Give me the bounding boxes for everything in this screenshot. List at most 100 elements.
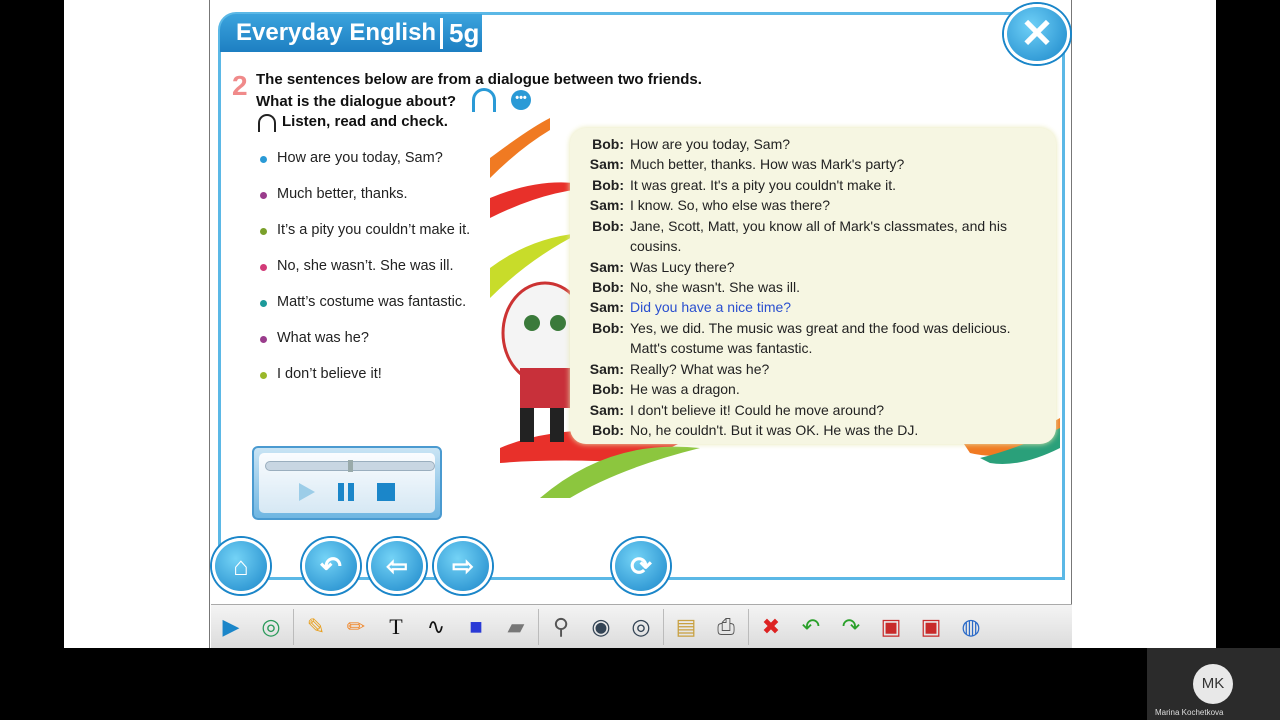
audio-player-body	[259, 453, 435, 513]
back-icon: ↶	[320, 550, 342, 581]
sentence-item: It’s a pity you couldn’t make it.	[260, 222, 470, 258]
refresh-button[interactable]: ⟳	[612, 538, 670, 594]
left-margin	[64, 0, 209, 648]
zoom-icon[interactable]: ⚲	[541, 609, 581, 645]
sentence-text: Much better, thanks.	[277, 186, 408, 202]
avatar: MK	[1193, 664, 1233, 704]
dialogue-text: I don't believe it! Could he move around…	[630, 401, 885, 418]
home-icon: ⌂	[233, 550, 249, 581]
speaker-label: Sam:	[589, 360, 624, 377]
unit-label: 5g	[440, 17, 479, 49]
stop-icon[interactable]	[375, 481, 397, 503]
speaker-label: Bob:	[592, 279, 624, 295]
listen-instruction: Listen, read and check.	[282, 113, 448, 130]
dialogue-text: I know. So, who else was there?	[630, 197, 830, 214]
dialogue-text: No, he couldn't. But it was OK. He was t…	[630, 422, 919, 438]
reveal-icon[interactable]: ◉	[581, 609, 621, 645]
dialogue-text[interactable]: Did you have a nice time?	[630, 297, 1040, 318]
previous-icon: ⇦	[386, 550, 408, 581]
task-number: 2	[232, 70, 248, 101]
highlighter-icon[interactable]: ✏	[336, 609, 376, 645]
home-button[interactable]: ⌂	[212, 538, 270, 594]
speaker-label: Bob:	[592, 136, 624, 152]
refresh-icon: ⟳	[630, 550, 652, 581]
back-button[interactable]: ↶	[302, 538, 360, 594]
notes-icon[interactable]: ▤	[666, 609, 706, 645]
print-icon[interactable]: ⎙	[706, 609, 746, 645]
sentence-item: How are you today, Sam?	[260, 150, 470, 186]
sentence-list: How are you today, Sam? Much better, than…	[260, 150, 470, 402]
sentence-text: I don’t believe it!	[277, 366, 382, 382]
audio-player	[252, 446, 442, 520]
speaker-label: Bob:	[592, 319, 624, 336]
sentence-item: What was he?	[260, 330, 470, 366]
dialogue-text: Much better, thanks. How was Mark's part…	[630, 156, 905, 173]
dialogue-text: He was a dragon.	[630, 381, 740, 398]
freehand-icon[interactable]: ∿	[416, 609, 456, 645]
speaker-label: Sam:	[589, 299, 624, 316]
speaker-label: Sam:	[589, 258, 624, 275]
hide-icon[interactable]: ◎	[621, 609, 661, 645]
close-icon: ✕	[1020, 12, 1054, 56]
sentence-text: What was he?	[277, 330, 369, 346]
save-as-icon[interactable]: ▣	[911, 609, 951, 645]
audio-progress-knob[interactable]	[348, 460, 353, 472]
participant-name: Marina Kochetkova	[1155, 708, 1224, 717]
headphones-small-icon	[258, 114, 276, 132]
dialogue-box: Bob: How are you today, Sam? Sam: Much bett…	[570, 128, 1056, 444]
next-button[interactable]: ⇨	[434, 538, 492, 594]
bullet-icon	[260, 336, 267, 343]
eraser-icon[interactable]: ▰	[496, 609, 536, 645]
speaker-label: Bob:	[592, 422, 624, 438]
speaker-label: Sam:	[589, 156, 624, 173]
dialogue-text: Jane, Scott, Matt, you know all of Mark'…	[630, 217, 1007, 255]
text-icon[interactable]: T	[376, 609, 416, 645]
bullet-icon	[260, 300, 267, 307]
instruction-line-1: The sentences below are from a dialogue …	[256, 71, 702, 88]
dialogue-text: No, she wasn't. She was ill.	[630, 279, 800, 295]
sentence-text: How are you today, Sam?	[277, 150, 443, 166]
pause-icon[interactable]	[335, 481, 357, 503]
more-icon[interactable]: •••	[511, 90, 531, 110]
lasso-icon[interactable]: ◎	[251, 609, 291, 645]
speaker-label: Bob:	[592, 217, 624, 234]
bullet-icon	[260, 192, 267, 199]
page-title: Everyday English	[236, 19, 437, 46]
dialogue-text: Was Lucy there?	[630, 258, 735, 275]
sentence-item: Matt’s costume was fantastic.	[260, 294, 470, 330]
sentence-text: No, she wasn’t. She was ill.	[277, 258, 454, 274]
annotation-toolbar: ▶ ◎ ✎ ✏ T ∿ ■ ▰ ⚲ ◉ ◎ ▤ ⎙ ✖ ↶ ↷ ▣ ▣ ◍	[211, 604, 1072, 648]
clear-icon[interactable]: ✖	[751, 609, 791, 645]
screen: Everyday English 5g ✕ 2 The sentences be…	[0, 0, 1280, 720]
bullet-icon	[260, 264, 267, 271]
right-margin	[1072, 0, 1216, 648]
speaker-label: Bob:	[592, 381, 624, 398]
dialogue-text: How are you today, Sam?	[630, 136, 791, 152]
bullet-icon	[260, 372, 267, 379]
close-button[interactable]: ✕	[1004, 4, 1070, 64]
bullet-icon	[260, 228, 267, 235]
pen-icon[interactable]: ✎	[296, 609, 336, 645]
ebook-window: Everyday English 5g ✕ 2 The sentences be…	[209, 0, 1072, 648]
speaker-label: Sam:	[589, 401, 624, 418]
save-icon[interactable]: ▣	[871, 609, 911, 645]
undo-icon[interactable]: ↶	[791, 609, 831, 645]
audio-progress-bar[interactable]	[265, 460, 435, 472]
dialogue-text: Really? What was he?	[630, 360, 770, 377]
dialogue-text: Yes, we did. The music was great and the…	[630, 319, 1011, 357]
sentence-item: No, she wasn’t. She was ill.	[260, 258, 470, 294]
headphones-icon[interactable]	[472, 88, 496, 112]
page-header: Everyday English 5g	[220, 14, 482, 52]
globe-icon[interactable]: ◍	[951, 609, 991, 645]
sentence-item: Much better, thanks.	[260, 186, 470, 222]
expand-icon[interactable]: ▶	[211, 609, 251, 645]
speaker-label: Bob:	[592, 176, 624, 193]
shape-icon[interactable]: ■	[456, 609, 496, 645]
sentence-item: I don’t believe it!	[260, 366, 470, 402]
sentence-text: Matt’s costume was fantastic.	[277, 294, 467, 310]
previous-button[interactable]: ⇦	[368, 538, 426, 594]
play-icon[interactable]	[295, 481, 317, 503]
redo-icon[interactable]: ↷	[831, 609, 871, 645]
sentence-text: It’s a pity you couldn’t make it.	[277, 222, 471, 238]
participant-tile: MK Marina Kochetkova	[1147, 648, 1280, 720]
